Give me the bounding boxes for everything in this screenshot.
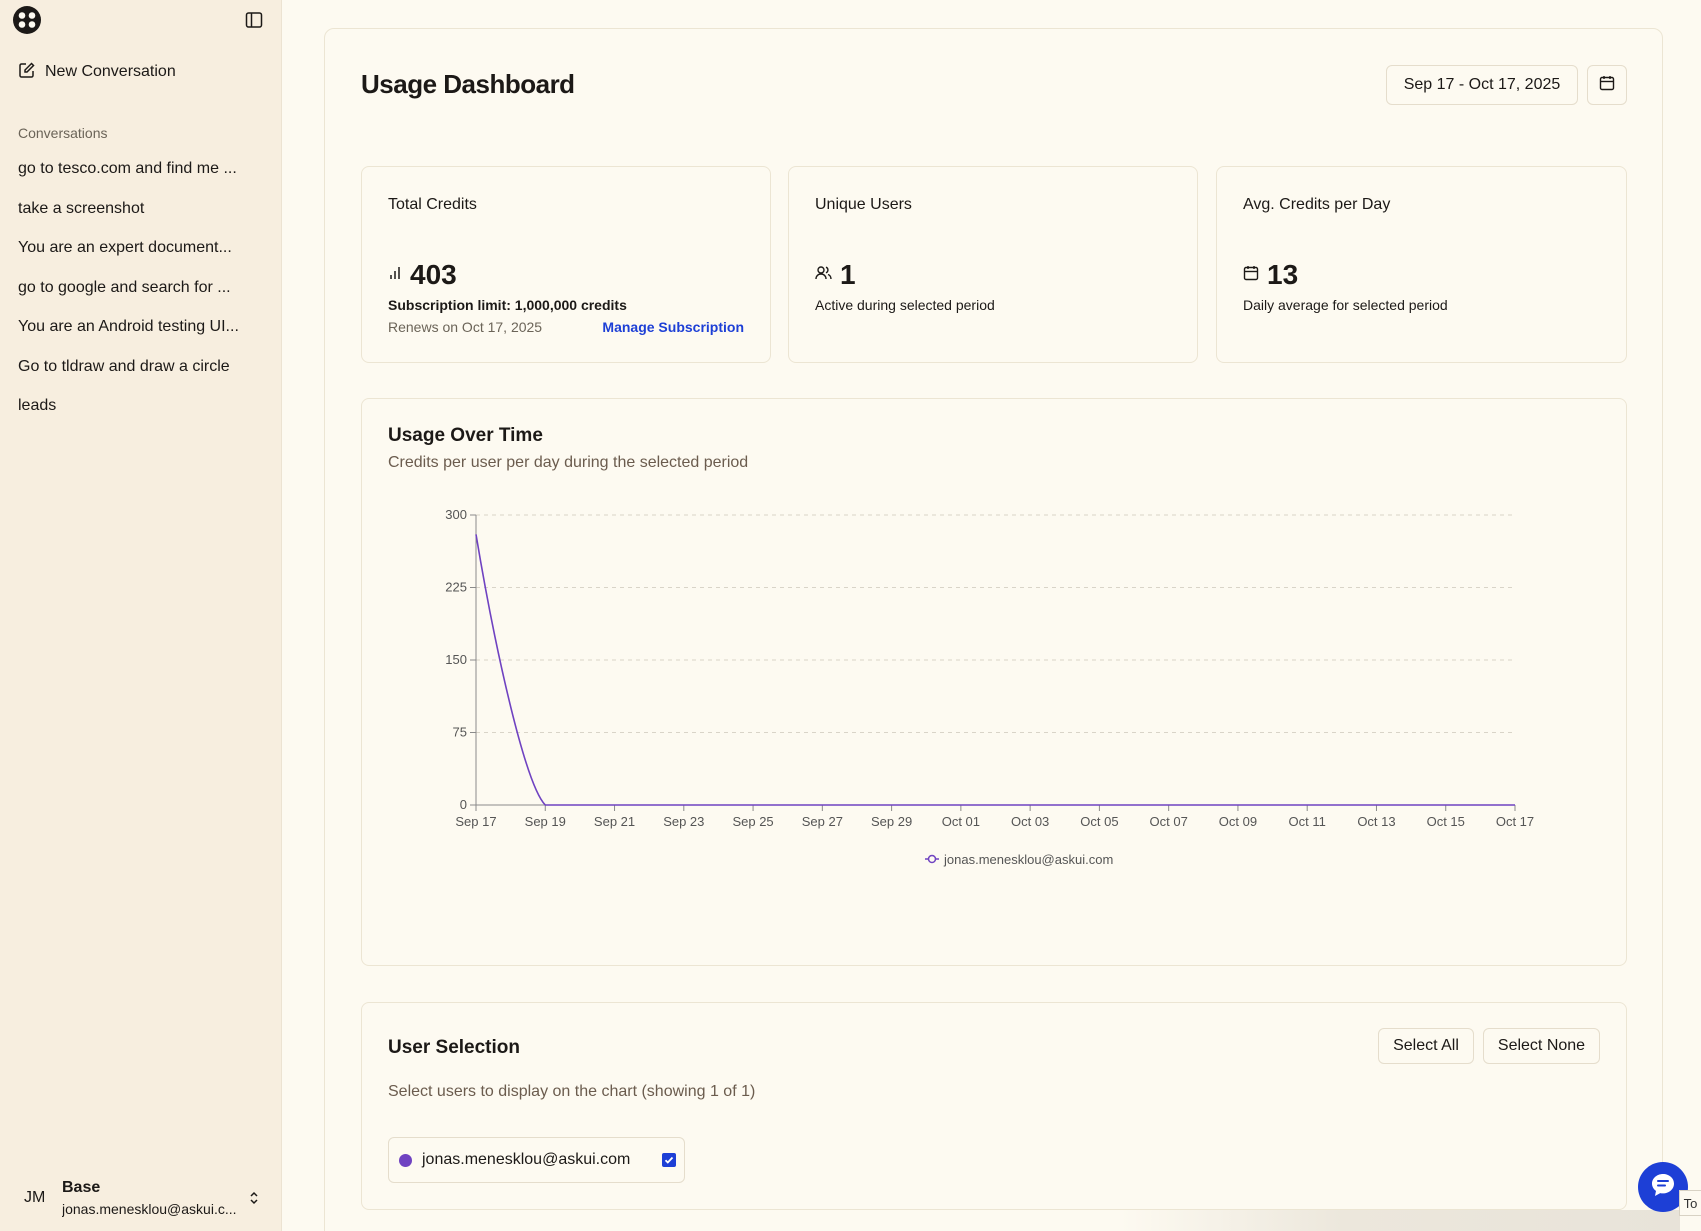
user-selection-subtitle: Select users to display on the chart (sh… — [388, 1083, 756, 1100]
y-tick-label: 150 — [445, 652, 467, 667]
x-tick-label: Oct 05 — [1080, 814, 1118, 829]
x-tick-label: Oct 07 — [1150, 814, 1188, 829]
user-selection-title: User Selection — [388, 1037, 520, 1058]
legend-marker — [927, 854, 937, 864]
x-tick-label: Sep 27 — [802, 814, 843, 829]
conversation-item[interactable]: go to tesco.com and find me ... — [18, 158, 258, 198]
conversation-item[interactable]: Go to tldraw and draw a circle — [18, 356, 258, 396]
x-tick-label: Sep 21 — [594, 814, 635, 829]
select-all-button[interactable]: Select All — [1378, 1028, 1474, 1064]
user-account-menu[interactable]: JM Base jonas.menesklou@askui.c... — [0, 1172, 282, 1222]
chevron-up-down-icon — [247, 1189, 261, 1207]
x-tick-label: Sep 23 — [663, 814, 704, 829]
x-tick-label: Oct 01 — [942, 814, 980, 829]
page-title: Usage Dashboard — [361, 69, 575, 99]
avg-credits-subtext: Daily average for selected period — [1243, 297, 1448, 313]
usage-chart-card: Usage Over Time Credits per user per day… — [361, 398, 1627, 966]
legend-label: jonas.menesklou@askui.com — [943, 852, 1113, 867]
users-icon — [815, 265, 832, 286]
total-credits-title: Total Credits — [388, 196, 477, 213]
renewal-date: Renews on Oct 17, 2025 — [388, 319, 543, 335]
avg-credits-card: Avg. Credits per Day 13 Daily average fo… — [1216, 166, 1627, 363]
avg-credits-value: 13 — [1267, 259, 1299, 290]
select-none-button[interactable]: Select None — [1483, 1028, 1600, 1064]
sidebar-toggle-icon[interactable] — [245, 11, 263, 29]
app-logo-icon[interactable] — [13, 6, 41, 34]
unique-users-card: Unique Users 1 Active during selected pe… — [788, 166, 1198, 363]
new-conversation-button[interactable]: New Conversation — [18, 60, 176, 84]
avatar: JM — [24, 1189, 46, 1206]
x-tick-label: Oct 09 — [1219, 814, 1257, 829]
user-email: jonas.menesklou@askui.c... — [62, 1201, 237, 1217]
x-tick-label: Sep 25 — [732, 814, 773, 829]
total-credits-card: Total Credits 403 Subscription limit: 1,… — [361, 166, 771, 363]
corner-tab[interactable]: To — [1679, 1190, 1701, 1216]
chat-bubble-icon — [1649, 1171, 1677, 1204]
user-plan: Base — [62, 1179, 101, 1196]
bar-chart-icon — [388, 266, 402, 285]
usage-line-chart: 0 75 150 225 300 Sep 17 Sep 19 Sep 21 Sep 23 Sep … — [445, 507, 1534, 867]
scroll-fade — [1120, 1210, 1680, 1231]
manage-subscription-link[interactable]: Manage Subscription — [602, 319, 744, 335]
y-tick-label: 300 — [445, 507, 467, 522]
unique-users-title: Unique Users — [815, 196, 912, 213]
unique-users-subtext: Active during selected period — [815, 297, 995, 313]
avg-credits-title: Avg. Credits per Day — [1243, 196, 1391, 213]
y-tick-label: 75 — [453, 725, 467, 740]
new-conversation-label: New Conversation — [45, 63, 176, 80]
x-tick-label: Sep 19 — [525, 814, 566, 829]
calendar-button[interactable] — [1587, 65, 1627, 105]
x-tick-label: Oct 03 — [1011, 814, 1049, 829]
conversation-item[interactable]: go to google and search for ... — [18, 277, 258, 317]
sidebar: New Conversation Conversations go to tes… — [0, 0, 282, 1231]
series-line — [475, 534, 1515, 806]
x-tick-label: Sep 29 — [871, 814, 912, 829]
conversation-item[interactable]: You are an Android testing UI... — [18, 316, 258, 356]
user-selection-card: User Selection Select All Select None Se… — [361, 1002, 1627, 1210]
conversation-item[interactable]: You are an expert document... — [18, 237, 258, 277]
conversations-heading: Conversations — [18, 125, 108, 141]
conversation-list: go to tesco.com and find me ... take a s… — [18, 158, 258, 435]
total-credits-value: 403 — [410, 259, 457, 290]
calendar-icon — [1599, 75, 1615, 96]
x-tick-label: Sep 17 — [455, 814, 496, 829]
edit-icon — [18, 61, 36, 84]
user-color-dot — [399, 1153, 412, 1167]
y-tick-label: 0 — [460, 797, 467, 812]
y-tick-label: 225 — [445, 580, 467, 595]
unique-users-value: 1 — [840, 259, 856, 290]
user-chip[interactable]: jonas.menesklou@askui.com — [388, 1137, 685, 1183]
conversation-item[interactable]: leads — [18, 395, 258, 435]
x-tick-label: Oct 11 — [1289, 814, 1326, 829]
x-tick-label: Oct 15 — [1427, 814, 1465, 829]
calendar-icon — [1243, 265, 1259, 286]
subscription-limit: Subscription limit: 1,000,000 credits — [388, 297, 627, 313]
date-range-picker[interactable]: Sep 17 - Oct 17, 2025 — [1386, 65, 1578, 105]
user-checkbox[interactable] — [662, 1153, 676, 1167]
x-tick-label: Oct 17 — [1496, 814, 1534, 829]
conversation-item[interactable]: take a screenshot — [18, 198, 258, 238]
x-tick-label: Oct 13 — [1357, 814, 1395, 829]
user-chip-label: jonas.menesklou@askui.com — [422, 1151, 631, 1168]
